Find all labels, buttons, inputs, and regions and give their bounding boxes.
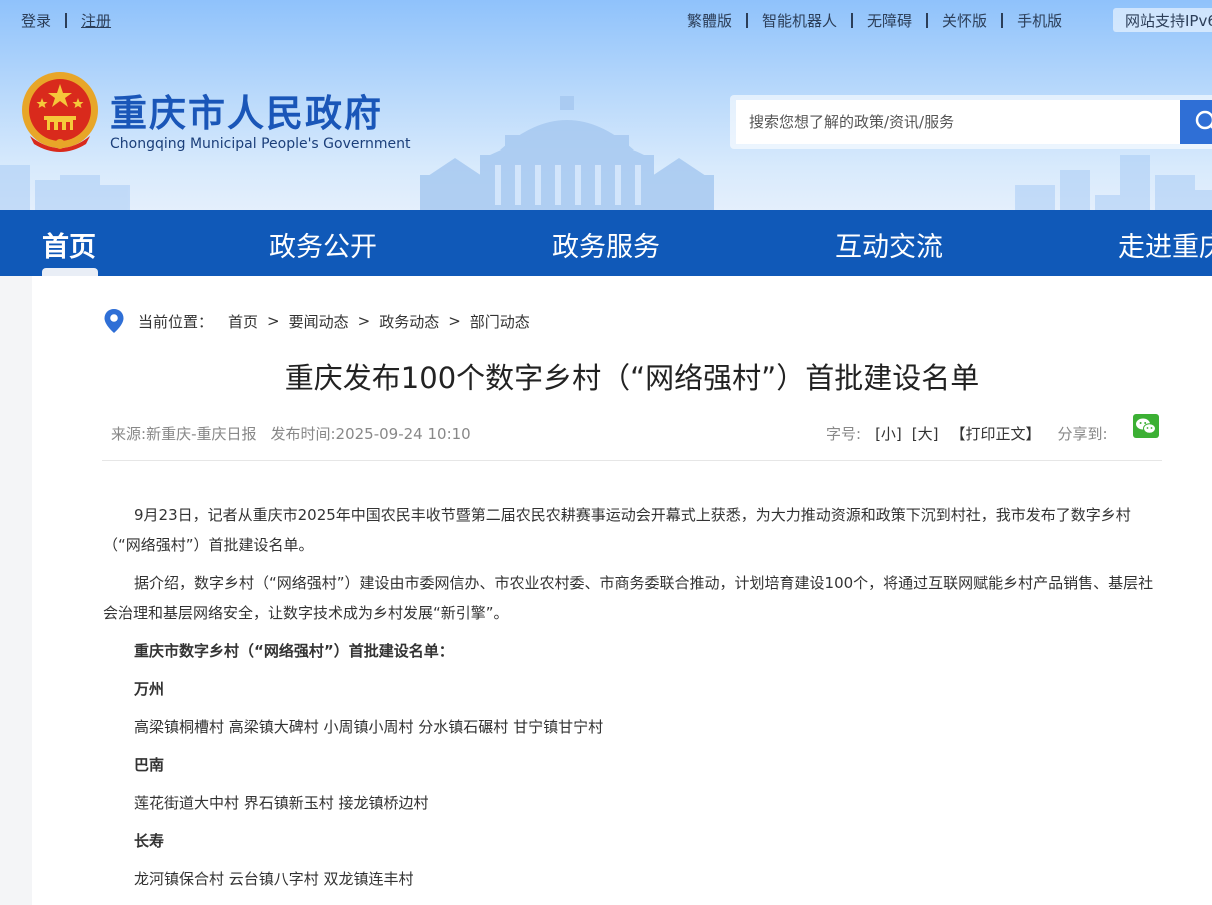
site-subtitle: Chongqing Municipal People's Government <box>110 136 411 152</box>
top-bar: 登录 注册 繁體版 智能机器人 无障碍 关怀版 手机版 网站支持IPv6 <box>0 0 1212 40</box>
source-value: 新重庆-重庆日报 <box>146 425 257 443</box>
paragraph-1: 9月23日，记者从重庆市2025年中国农民丰收节暨第二届农民农耕赛事运动会开幕式… <box>103 506 1131 554</box>
site-title: 重庆市人民政府 <box>110 92 383 135</box>
print-button[interactable]: 【打印正文】 <box>951 423 1041 444</box>
nav-about-chongqing[interactable]: 走进重庆 <box>1118 225 1212 264</box>
traditional-chinese-link[interactable]: 繁體版 <box>687 10 732 31</box>
source-label: 来源: <box>111 425 147 443</box>
paragraph-2: 据介绍，数字乡村（“网络强村”）建设由市委网信办、市农业农村委、市商务委联合推动… <box>103 574 1154 622</box>
district-villages: 高梁镇桐槽村 高梁镇大碑村 小周镇小周村 分水镇石碾村 甘宁镇甘宁村 <box>134 718 604 736</box>
font-large-button[interactable]: [大] <box>912 423 939 444</box>
site-header: 登录 注册 繁體版 智能机器人 无障碍 关怀版 手机版 网站支持IPv6 重庆市… <box>0 0 1212 210</box>
wechat-icon[interactable] <box>1133 414 1159 438</box>
robot-link[interactable]: 智能机器人 <box>762 10 837 31</box>
publish-time: 2025-09-24 10:10 <box>335 425 471 443</box>
article-tools: 字号: [小] [大] 【打印正文】 分享到: <box>826 423 1108 444</box>
separator <box>65 13 68 28</box>
article-title: 重庆发布100个数字乡村（“网络强村”）首批建设名单 <box>284 361 980 395</box>
main-nav: 首页 政务公开 政务服务 互动交流 走进重庆 <box>0 210 1212 276</box>
search-box <box>730 95 1212 149</box>
care-version-link[interactable]: 关怀版 <box>942 10 987 31</box>
search-icon <box>1195 110 1212 130</box>
location-pin-icon <box>104 309 124 333</box>
accessibility-link[interactable]: 无障碍 <box>867 10 912 31</box>
district-name: 万州 <box>134 680 165 698</box>
time-label: 发布时间: <box>270 425 336 443</box>
nav-home[interactable]: 首页 <box>42 225 96 264</box>
breadcrumb-home[interactable]: 首页 <box>228 311 258 332</box>
breadcrumb-news[interactable]: 要闻动态 <box>289 311 349 332</box>
search-input[interactable] <box>736 100 1180 144</box>
nav-active-indicator <box>42 268 98 276</box>
breadcrumb-gov-news[interactable]: 政务动态 <box>379 311 439 332</box>
share-label: 分享到: <box>1057 425 1108 443</box>
list-heading: 重庆市数字乡村（“网络强村”）首批建设名单： <box>134 642 454 660</box>
district-name: 长寿 <box>134 832 165 850</box>
nav-interaction[interactable]: 互动交流 <box>835 225 943 264</box>
login-link[interactable]: 登录 <box>21 10 51 31</box>
nav-government-affairs[interactable]: 政务公开 <box>269 225 377 264</box>
font-size-label: 字号: <box>826 425 862 443</box>
search-button[interactable] <box>1180 100 1212 144</box>
divider <box>102 460 1162 461</box>
mobile-version-link[interactable]: 手机版 <box>1017 10 1062 31</box>
district-name: 巴南 <box>134 756 165 774</box>
breadcrumb: 当前位置： 首页 > 要闻动态 > 政务动态 > 部门动态 <box>104 309 530 333</box>
article-meta: 来源:新重庆-重庆日报 发布时间:2025-09-24 10:10 <box>111 423 471 444</box>
font-small-button[interactable]: [小] <box>875 423 902 444</box>
nav-government-services[interactable]: 政务服务 <box>552 225 660 264</box>
ipv6-badge: 网站支持IPv6 <box>1113 8 1212 32</box>
article-body: 9月23日，记者从重庆市2025年中国农民丰收节暨第二届农民农耕赛事运动会开幕式… <box>103 500 1161 894</box>
register-link[interactable]: 注册 <box>81 10 111 31</box>
national-emblem-icon <box>22 72 98 152</box>
breadcrumb-dept-news[interactable]: 部门动态 <box>470 311 530 332</box>
district-villages: 龙河镇保合村 云台镇八字村 双龙镇连丰村 <box>134 870 414 888</box>
utility-links: 繁體版 智能机器人 无障碍 关怀版 手机版 <box>687 10 1062 31</box>
district-villages: 莲花街道大中村 界石镇新玉村 接龙镇桥边村 <box>134 794 429 812</box>
auth-links: 登录 注册 <box>21 10 111 31</box>
breadcrumb-label: 当前位置： <box>138 312 214 331</box>
